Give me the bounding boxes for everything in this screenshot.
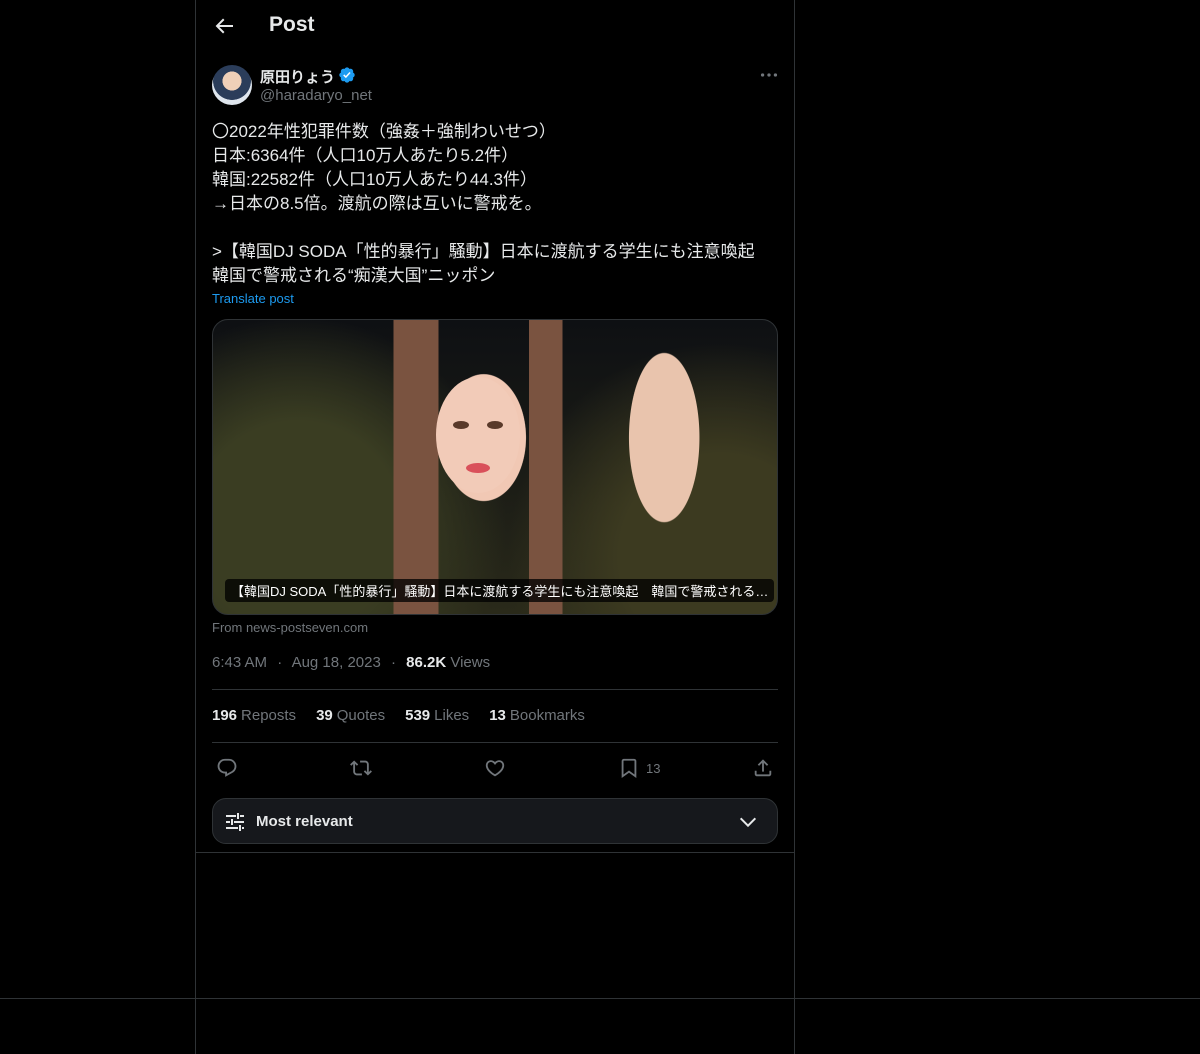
- sort-replies-dropdown[interactable]: Most relevant: [212, 798, 778, 844]
- views-count: 86.2K: [406, 654, 447, 671]
- bookmarks-stat[interactable]: 13 Bookmarks: [489, 707, 585, 724]
- quotes-stat[interactable]: 39 Quotes: [316, 707, 385, 724]
- reply-button[interactable]: [216, 754, 238, 782]
- engagement-stats: 196 Reposts 39 Quotes 539 Likes 13 Bookmarks: [212, 707, 585, 724]
- post-divider: [196, 852, 794, 853]
- bookmark-icon: [621, 758, 637, 779]
- sort-label: Most relevant: [256, 813, 353, 830]
- views-label: Views: [450, 654, 491, 671]
- action-bar: 13: [212, 754, 778, 782]
- back-arrow-icon[interactable]: [212, 14, 236, 38]
- link-source[interactable]: From news-postseven.com: [212, 620, 368, 635]
- like-icon: [485, 760, 505, 777]
- link-card-image[interactable]: 【韓国DJ SODA「性的暴行」騒動】日本に渡航する学生にも注意喚起 韓国で警戒…: [212, 319, 778, 615]
- divider: [212, 742, 778, 743]
- filter-sliders-icon: [226, 813, 244, 831]
- bookmark-count: 13: [646, 760, 661, 776]
- translate-post-link[interactable]: Translate post: [212, 291, 294, 306]
- page-header: Post: [196, 0, 794, 53]
- meta-separator: ·: [390, 654, 396, 671]
- meta-separator: ·: [277, 654, 283, 671]
- media-caption: 【韓国DJ SODA「性的暴行」騒動】日本に渡航する学生にも注意喚起 韓国で警戒…: [225, 579, 775, 602]
- share-icon: [754, 759, 772, 777]
- reply-icon: [217, 758, 237, 777]
- like-button[interactable]: [484, 754, 506, 782]
- page-title: Post: [269, 13, 315, 36]
- repost-button[interactable]: [350, 754, 372, 782]
- tweet-text: 〇2022年性犯罪件数（強姦＋強制わいせつ） 日本:6364件（人口10万人あた…: [212, 122, 755, 285]
- more-options-icon[interactable]: [758, 64, 780, 86]
- post-date[interactable]: Aug 18, 2023: [292, 654, 381, 671]
- repost-icon: [350, 760, 372, 776]
- post-meta: 6:43 AM · Aug 18, 2023 · 86.2K Views: [212, 654, 490, 671]
- bookmark-button[interactable]: 13: [618, 754, 660, 782]
- media-image-photo: [436, 377, 520, 493]
- chevron-down-icon: [739, 817, 757, 828]
- verified-badge-icon: [339, 67, 355, 83]
- main-column: Post 原田りょう @haradaryo_net 〇2022年性犯罪件数（強姦…: [195, 0, 795, 1054]
- likes-stat[interactable]: 539 Likes: [405, 707, 469, 724]
- reposts-stat[interactable]: 196 Reposts: [212, 707, 296, 724]
- post-time[interactable]: 6:43 AM: [212, 654, 267, 671]
- author-handle[interactable]: @haradaryo_net: [260, 87, 372, 104]
- share-button[interactable]: [752, 754, 774, 782]
- author-name[interactable]: 原田りょう: [260, 66, 335, 87]
- divider: [212, 689, 778, 690]
- avatar[interactable]: [212, 65, 252, 105]
